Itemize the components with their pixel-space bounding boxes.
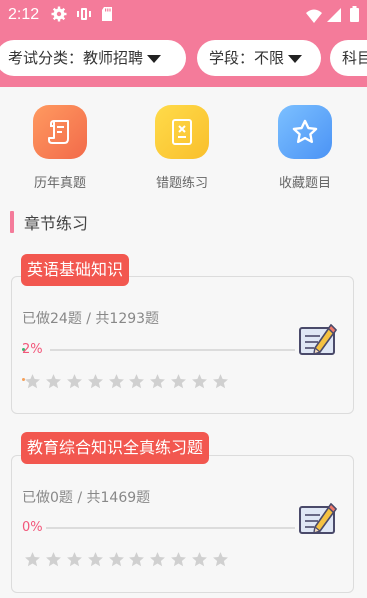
caret-down-icon xyxy=(288,54,303,63)
rating-star-icon xyxy=(66,374,82,389)
chapter-progress-bar xyxy=(50,349,295,351)
settings-gear-icon xyxy=(51,6,67,22)
subject-label: 科目 xyxy=(342,49,367,67)
rating-star-icon xyxy=(192,552,208,567)
section-header: 章节练习 xyxy=(10,211,88,233)
chapter-progress-text: 已做0题 / 共1469题 xyxy=(22,490,151,506)
filter-bar: 考试分类：教师招聘 学段：不限 科目 xyxy=(0,40,367,76)
chapter-percent: 0% xyxy=(22,520,43,535)
battery-icon xyxy=(350,6,359,22)
chapter-title-badge: 教育综合知识全真练习题 xyxy=(21,432,210,464)
header: 2:12 考试分类：教师招聘 学段：不限 科目 xyxy=(0,0,367,87)
wrong-questions-icon-tile xyxy=(155,105,209,159)
rating-star-icon xyxy=(129,374,145,389)
chapter-title-badge: 英语基础知识 xyxy=(21,254,130,286)
school-stage-label: 学段：不限 xyxy=(209,49,285,67)
rating-star-icon xyxy=(171,374,187,389)
status-time: 2:12 xyxy=(8,6,40,23)
wrong-questions-label: 错题练习 xyxy=(155,176,208,191)
past-papers-button[interactable]: 历年真题 xyxy=(15,105,105,191)
signal-icon xyxy=(327,8,341,22)
status-bar: 2:12 xyxy=(0,0,367,30)
rating-star-icon xyxy=(150,374,166,389)
section-title: 章节练习 xyxy=(24,214,89,233)
quick-actions: 历年真题 错题练习 收藏题目 xyxy=(0,105,367,195)
rating-star-icon xyxy=(25,374,40,389)
rating-star-icon xyxy=(213,552,228,567)
school-stage-dropdown[interactable]: 学段：不限 xyxy=(197,40,321,76)
rating-star-icon xyxy=(129,552,145,567)
section-accent-bar xyxy=(10,211,14,233)
rating-star-icon xyxy=(108,374,124,389)
chapter-rating xyxy=(24,373,233,391)
scroll-icon xyxy=(48,120,69,144)
favorites-button[interactable]: 收藏题目 xyxy=(260,105,350,191)
chapter-rating xyxy=(24,551,233,569)
rating-star-icon xyxy=(66,552,82,567)
rating-star-icon xyxy=(45,374,61,389)
vibrate-icon xyxy=(77,8,91,20)
past-papers-label: 历年真题 xyxy=(33,176,86,191)
rating-star-icon xyxy=(87,552,103,567)
rating-star-icon xyxy=(45,552,61,567)
wrong-questions-button[interactable]: 错题练习 xyxy=(137,105,227,191)
rating-star-icon xyxy=(87,374,103,389)
rating-star-icon xyxy=(150,552,166,567)
wrong-notebook-icon xyxy=(172,119,192,145)
favorites-label: 收藏题目 xyxy=(278,176,331,191)
favorites-icon-tile xyxy=(278,105,332,159)
chapter-percent: 2% xyxy=(22,342,43,357)
rating-star-icon xyxy=(108,552,124,567)
wifi-icon xyxy=(306,9,322,23)
rating-star-icon xyxy=(25,552,40,567)
rating-star-icon xyxy=(171,552,187,567)
practice-pencil-icon[interactable] xyxy=(298,501,338,543)
rating-star-icon xyxy=(192,374,208,389)
practice-pencil-icon[interactable] xyxy=(298,322,338,364)
caret-down-icon xyxy=(147,54,162,63)
subject-dropdown[interactable]: 科目 xyxy=(330,40,367,76)
past-papers-icon-tile xyxy=(33,105,87,159)
chapter-progress-text: 已做24题 / 共1293题 xyxy=(22,311,160,327)
star-icon xyxy=(292,119,318,144)
exam-category-dropdown[interactable]: 考试分类：教师招聘 xyxy=(0,40,186,76)
sd-card-icon xyxy=(102,7,112,21)
chapter-progress-bar xyxy=(46,527,295,529)
rating-star-icon xyxy=(213,374,228,389)
exam-category-label: 考试分类：教师招聘 xyxy=(8,49,144,67)
